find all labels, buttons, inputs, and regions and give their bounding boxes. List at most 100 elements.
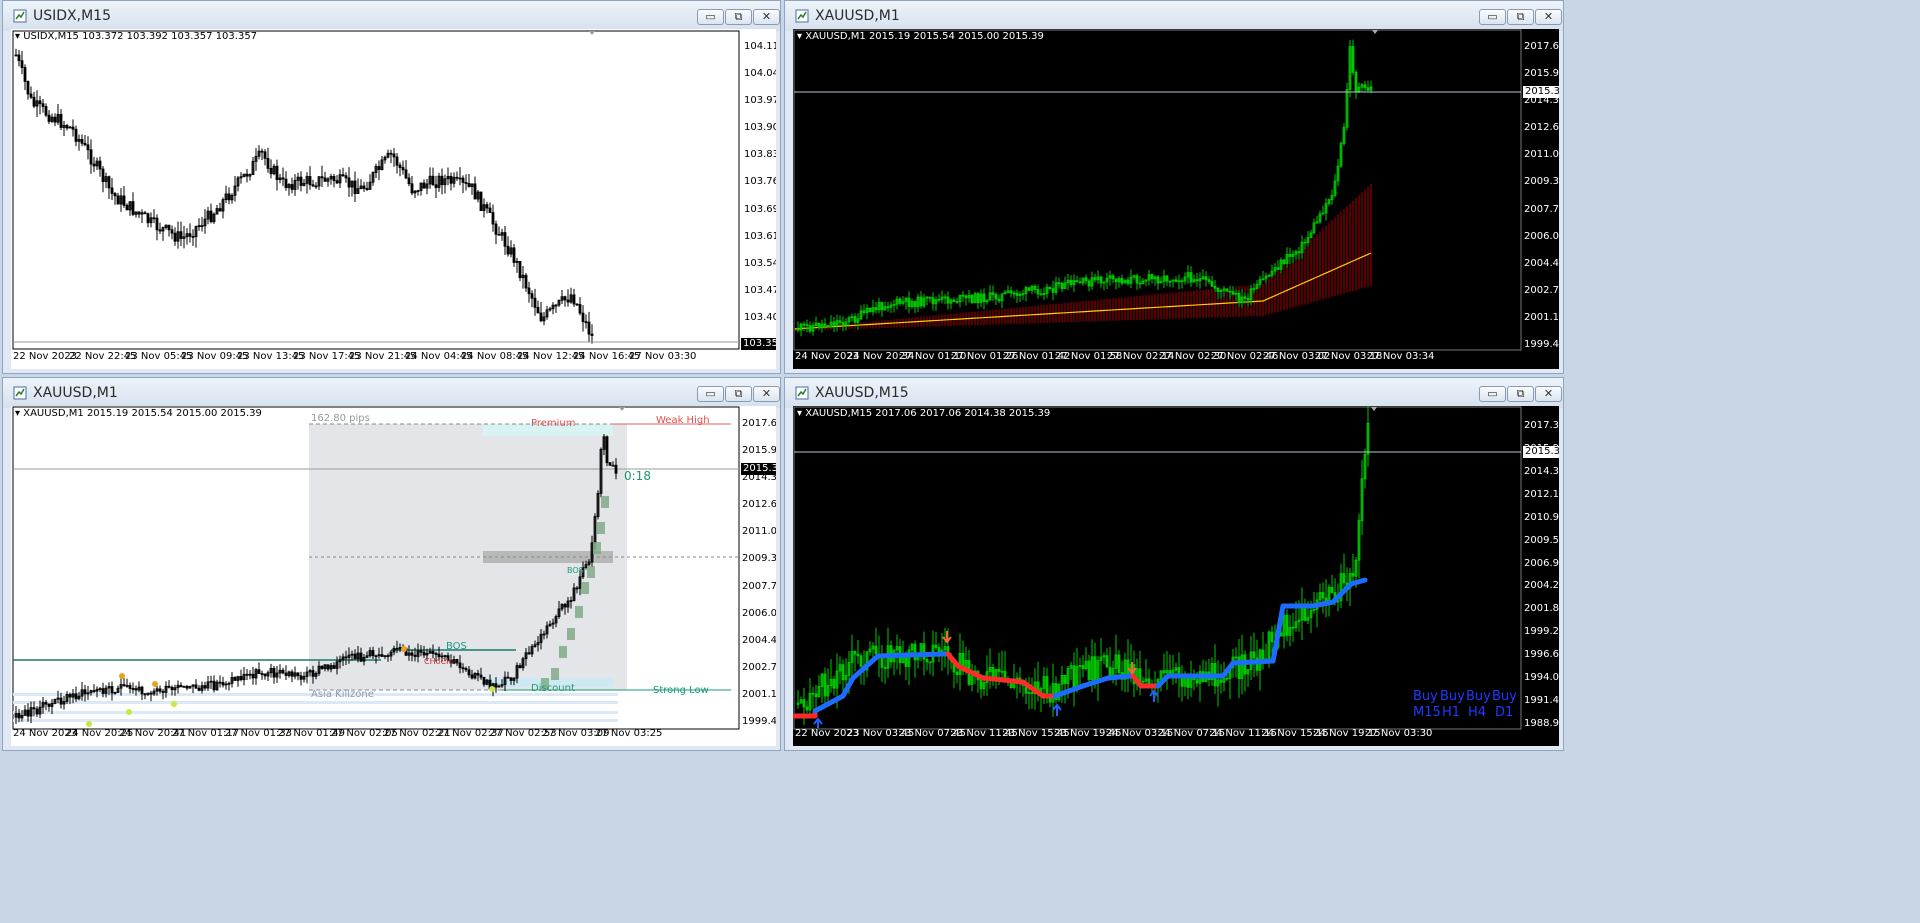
candle-body: [1162, 670, 1166, 674]
candle-body: [955, 671, 959, 676]
swing-point-dot: [152, 681, 158, 687]
candle-body: [802, 699, 806, 708]
price-tick: 1988.90: [1524, 718, 1559, 729]
minimize-button[interactable]: ▭: [1479, 9, 1506, 25]
candle-body: [823, 673, 827, 697]
close-button[interactable]: ✕: [1535, 9, 1562, 25]
price-tick: 2006.05: [742, 607, 776, 619]
candle-body: [1078, 281, 1082, 284]
candle-body: [1303, 241, 1307, 244]
window-titlebar[interactable]: XAUUSD,M1 ▭ ⧉ ✕: [3, 378, 780, 408]
candle-body: [161, 690, 165, 693]
candle-body: [614, 464, 618, 474]
maximize-button[interactable]: ⧉: [725, 386, 752, 402]
chart-area[interactable]: ▾ USIDX,M15 103.372 103.392 103.357 103.…: [11, 29, 776, 369]
candle-body: [1189, 272, 1193, 283]
candle-body: [506, 676, 510, 679]
candle-body: [913, 301, 917, 308]
candle-body: [260, 673, 264, 675]
price-tick: 2015.95: [1524, 68, 1559, 80]
minimize-button[interactable]: ▭: [697, 386, 724, 402]
price-tick: 103.830: [744, 149, 776, 161]
candle-body: [233, 677, 237, 681]
window-title: XAUUSD,M15: [815, 385, 909, 401]
candle-body: [68, 694, 72, 698]
candle-body: [928, 296, 932, 299]
premium-label: Premium: [531, 418, 576, 429]
candle-body: [167, 224, 171, 231]
maximize-button[interactable]: ⧉: [1507, 386, 1534, 402]
candle-body: [422, 182, 426, 189]
time-tick: 22 Nov 2023: [13, 351, 78, 362]
candle-body: [479, 674, 483, 678]
window-title: USIDX,M15: [33, 8, 111, 24]
candle-body: [44, 702, 48, 705]
candle-body: [143, 212, 147, 215]
candle-body: [86, 144, 90, 151]
candle-body: [527, 287, 531, 295]
candle-body: [113, 192, 117, 197]
minimize-icon: ▭: [705, 11, 716, 23]
maximize-button[interactable]: ⧉: [1507, 9, 1534, 25]
menu-triangle-icon[interactable]: ▾: [797, 408, 802, 419]
swing-point-dot: [489, 686, 495, 692]
swing-point-dot: [401, 646, 407, 652]
candle-body: [527, 652, 531, 655]
price-tick: 1994.05: [1524, 672, 1559, 684]
menu-triangle-icon[interactable]: ▾: [797, 31, 802, 42]
fvg-box: [597, 522, 605, 534]
candle-body: [904, 656, 908, 667]
candle-body: [80, 139, 84, 144]
candle-body: [1063, 674, 1067, 685]
window-titlebar[interactable]: XAUUSD,M1 ▭ ⧉ ✕: [785, 1, 1563, 31]
close-button[interactable]: ✕: [753, 386, 780, 402]
menu-triangle-icon[interactable]: ▾: [15, 408, 20, 419]
candle-body: [263, 673, 267, 677]
candle-body: [1228, 290, 1232, 293]
candle-body: [880, 656, 884, 668]
chart-area[interactable]: ▾ XAUUSD,M15 2017.06 2017.06 2014.38 201…: [793, 406, 1559, 746]
candle-body: [59, 697, 63, 705]
candle-body: [856, 653, 860, 657]
menu-triangle-icon[interactable]: ▾: [15, 31, 20, 42]
candle-body: [200, 225, 204, 228]
candle-body: [26, 709, 30, 717]
chart-area[interactable]: ▾ XAUUSD,M1 2015.19 2015.54 2015.00 2015…: [793, 29, 1559, 369]
candle-body: [808, 325, 812, 332]
candle-body: [1303, 606, 1307, 621]
close-button[interactable]: ✕: [753, 9, 780, 25]
candle-body: [41, 103, 45, 107]
maximize-button[interactable]: ⧉: [725, 9, 752, 25]
candle-body: [1105, 655, 1109, 668]
chart-area[interactable]: ▾ XAUUSD,M1 2015.19 2015.54 2015.00 2015…: [11, 406, 776, 746]
price-tick: 1999.20: [1524, 626, 1559, 638]
candle-body: [128, 685, 132, 689]
candle-body: [1366, 87, 1370, 91]
window-titlebar[interactable]: USIDX,M15 ▭ ⧉ ✕: [3, 1, 780, 31]
minimize-button[interactable]: ▭: [1479, 386, 1506, 402]
candle-body: [925, 658, 929, 663]
candle-body: [1099, 276, 1103, 284]
minimize-button[interactable]: ▭: [697, 9, 724, 25]
candle-body: [401, 167, 405, 171]
candle-body: [194, 684, 198, 689]
candle-body: [1087, 280, 1091, 287]
candle-body: [482, 676, 486, 685]
price-tick: 103.690: [744, 203, 776, 215]
candle-body: [53, 116, 57, 123]
window-titlebar[interactable]: XAUUSD,M15 ▭ ⧉ ✕: [785, 378, 1563, 408]
candle-body: [575, 303, 579, 306]
candle-body: [518, 260, 522, 279]
candle-body: [146, 213, 150, 224]
price-tick: 2007.70: [1524, 203, 1559, 215]
candle-body: [326, 664, 330, 670]
candle-body: [185, 685, 189, 689]
candle-body: [134, 688, 138, 691]
candle-body: [1120, 278, 1124, 284]
candle-body: [952, 299, 956, 302]
candle-body: [1285, 614, 1289, 636]
price-tick: 2001.10: [742, 688, 776, 700]
candle-body: [1012, 292, 1016, 295]
close-button[interactable]: ✕: [1535, 386, 1562, 402]
close-icon: ✕: [1543, 11, 1554, 23]
